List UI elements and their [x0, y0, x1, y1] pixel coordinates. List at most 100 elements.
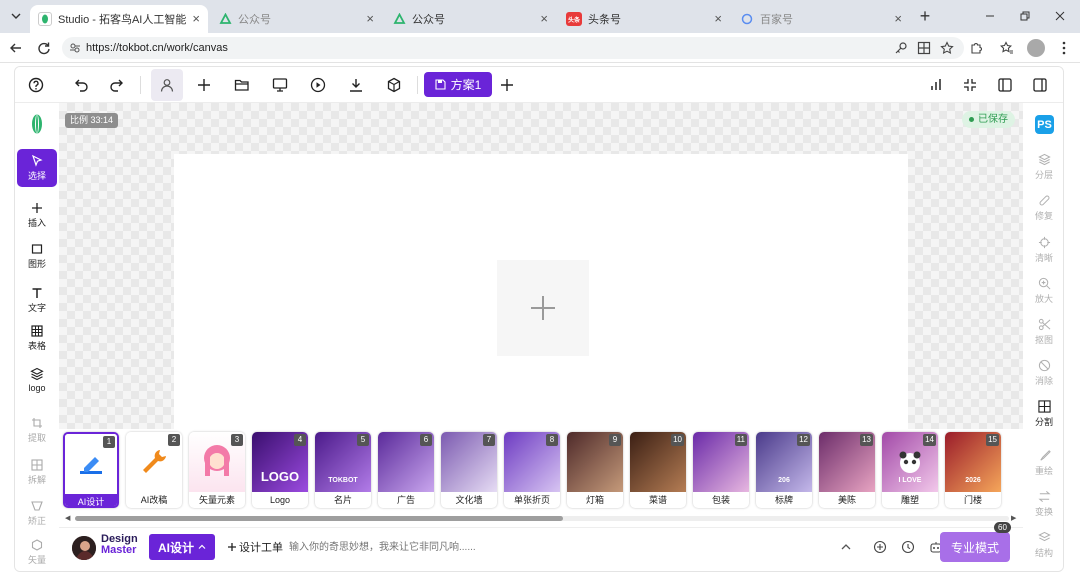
ai-design-dropdown[interactable]: AI设计 — [149, 534, 215, 560]
template-card[interactable]: 1 AI设计 — [63, 432, 119, 508]
template-card[interactable]: 10 菜谱 — [630, 432, 686, 508]
close-tab-icon[interactable]: × — [192, 11, 200, 26]
tool-correct[interactable]: 矫正 — [17, 494, 57, 532]
key-icon[interactable] — [894, 41, 908, 55]
template-card[interactable]: I LOVE 14 雕塑 — [882, 432, 938, 508]
site-info-icon[interactable] — [69, 42, 81, 54]
tool-insert[interactable]: 插入 — [17, 196, 57, 234]
reload-button[interactable] — [34, 38, 54, 58]
template-scrollbar[interactable]: ◀ ▶ — [65, 514, 1019, 522]
template-number-badge: 1 — [103, 436, 115, 448]
redo-button[interactable] — [103, 73, 129, 97]
photoshop-button[interactable]: PS — [1035, 115, 1054, 134]
template-card[interactable]: 7 文化墙 — [441, 432, 497, 508]
close-tab-icon[interactable]: × — [540, 11, 548, 26]
tool-transform[interactable]: 变换 — [1025, 486, 1063, 522]
browser-menu-button[interactable] — [1054, 38, 1074, 58]
template-card[interactable]: 11 包装 — [693, 432, 749, 508]
tool-redraw[interactable]: 重绘 — [1025, 445, 1063, 481]
close-tab-icon[interactable]: × — [366, 11, 374, 26]
add-button[interactable] — [191, 73, 217, 97]
scrollbar-thumb[interactable] — [75, 516, 563, 521]
scheme-tab-button[interactable]: 方案1 — [424, 72, 492, 97]
star-icon[interactable] — [940, 41, 954, 55]
work-order-button[interactable]: 设计工单 — [227, 536, 283, 558]
tab-studio[interactable]: Studio - 拓客鸟AI人工智能 × — [30, 5, 208, 33]
folder-icon — [234, 79, 249, 91]
scroll-right-icon[interactable]: ▶ — [1011, 514, 1016, 522]
back-button[interactable] — [6, 38, 26, 58]
scroll-left-icon[interactable]: ◀ — [65, 514, 70, 522]
canvas-area[interactable]: 比例 33:14 已保存 — [59, 103, 1023, 435]
tool-label: 提取 — [27, 432, 46, 443]
tool-upscale[interactable]: 放大 — [1025, 273, 1063, 309]
count-badge: 60 — [994, 522, 1011, 533]
template-card[interactable]: 206 12 标牌 — [756, 432, 812, 508]
tool-layering[interactable]: 分层 — [1025, 149, 1063, 185]
template-card[interactable]: 2026 15 门楼 — [945, 432, 1001, 508]
tool-erase[interactable]: 消除 — [1025, 355, 1063, 391]
minimize-button[interactable] — [980, 6, 1000, 26]
tool-cutout[interactable]: 抠图 — [1025, 314, 1063, 350]
toggle-right-panel-button[interactable] — [1027, 73, 1053, 97]
toggle-left-panel-button[interactable] — [992, 73, 1018, 97]
play-button[interactable] — [305, 73, 331, 97]
tab-list-button[interactable] — [6, 6, 26, 26]
template-card[interactable]: 13 美陈 — [819, 432, 875, 508]
template-card[interactable]: 3 矢量元素 — [189, 432, 245, 508]
tab-baijiahao[interactable]: 百家号 × — [732, 5, 910, 33]
tab-toutiao[interactable]: 头条 头条号 × — [558, 5, 730, 33]
tool-table[interactable]: 表格 — [17, 319, 57, 357]
artboard[interactable] — [174, 154, 908, 435]
template-card[interactable]: 9 灯箱 — [567, 432, 623, 508]
user-button[interactable] — [151, 69, 183, 101]
add-scheme-button[interactable] — [494, 73, 520, 97]
chevron-up-icon[interactable] — [841, 542, 851, 552]
tab-gongzhonghao-2[interactable]: 公众号 × — [384, 5, 556, 33]
tool-select[interactable]: 选择 — [17, 149, 57, 187]
tool-sharpen[interactable]: 清晰 — [1025, 232, 1063, 268]
tool-text[interactable]: 文字 — [17, 281, 57, 319]
template-label: 门楼 — [963, 495, 982, 505]
download-button[interactable] — [343, 73, 369, 97]
tab-gongzhonghao-1[interactable]: 公众号 × — [210, 5, 382, 33]
tool-split[interactable]: 分割 — [1025, 396, 1063, 432]
new-tab-button[interactable]: + — [915, 6, 935, 26]
template-card[interactable]: LOGO 4 Logo — [252, 432, 308, 508]
help-button[interactable] — [23, 73, 49, 97]
fit-screen-button[interactable] — [957, 73, 983, 97]
add-reference-button[interactable] — [873, 540, 887, 554]
tool-shape[interactable]: 图形 — [17, 237, 57, 275]
restore-button[interactable] — [1015, 6, 1035, 26]
plus-circle-icon — [873, 540, 887, 554]
tool-logo[interactable]: logo — [17, 361, 57, 399]
stats-button[interactable] — [923, 73, 949, 97]
tool-extract[interactable]: 提取 — [17, 411, 57, 449]
app-window: 方案1 选择 插入 图形 文字 表格 logo 提取 拆解 矫正 矢量 比例 3… — [14, 66, 1064, 572]
url-field[interactable]: https://tokbot.cn/work/canvas — [62, 37, 964, 59]
tool-repair[interactable]: 修复 — [1025, 190, 1063, 226]
template-card[interactable]: 2 AI改稿 — [126, 432, 182, 508]
template-card[interactable]: TOKBOT 5 名片 — [315, 432, 371, 508]
add-image-button[interactable] — [497, 260, 589, 356]
prompt-input[interactable] — [289, 536, 849, 558]
plus-icon — [198, 79, 210, 91]
present-button[interactable] — [267, 73, 293, 97]
extensions-button[interactable] — [966, 38, 986, 58]
tool-structure[interactable]: 结构 — [1025, 527, 1063, 563]
template-card[interactable]: 8 单张折页 — [504, 432, 560, 508]
profile-avatar[interactable] — [1026, 38, 1046, 58]
apps-icon[interactable] — [917, 41, 931, 55]
tool-decompose[interactable]: 拆解 — [17, 453, 57, 491]
tool-vector[interactable]: 矢量 — [17, 533, 57, 571]
open-folder-button[interactable] — [229, 73, 255, 97]
close-window-button[interactable] — [1050, 6, 1070, 26]
undo-button[interactable] — [69, 73, 95, 97]
template-card[interactable]: 6 广告 — [378, 432, 434, 508]
pro-mode-button[interactable]: 专业模式 — [940, 532, 1010, 562]
close-tab-icon[interactable]: × — [714, 11, 722, 26]
history-button[interactable] — [901, 540, 915, 554]
close-tab-icon[interactable]: × — [894, 11, 902, 26]
favorites-button[interactable] — [997, 38, 1017, 58]
3d-button[interactable] — [381, 73, 407, 97]
